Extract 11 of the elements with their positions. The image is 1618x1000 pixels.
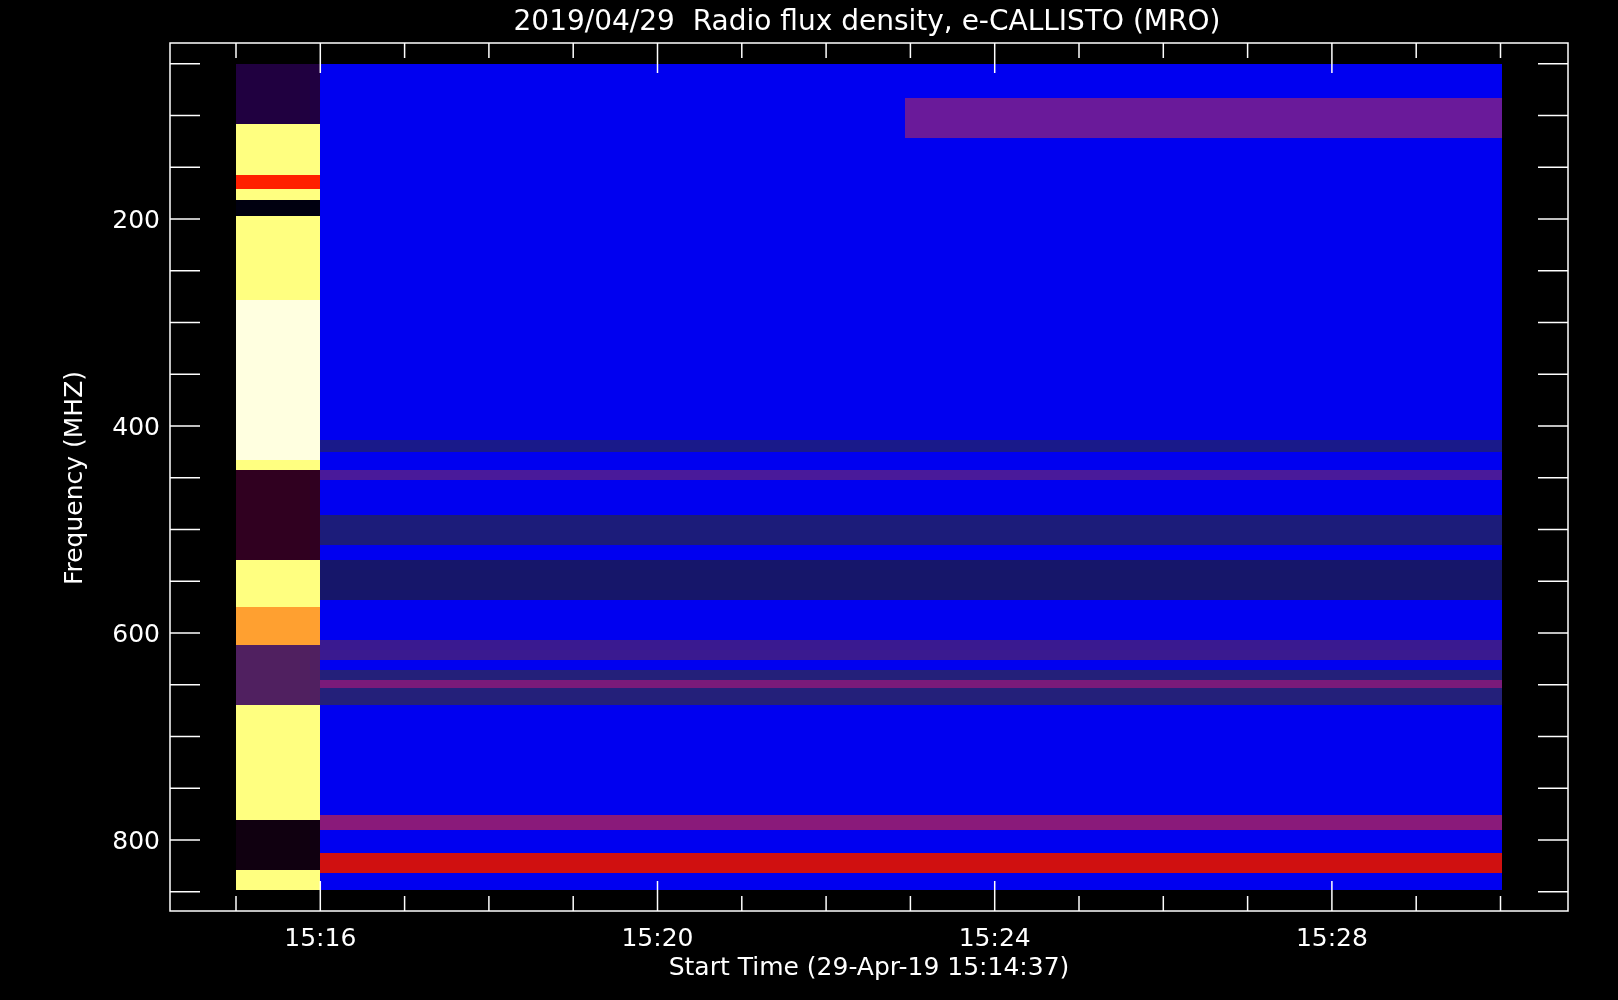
x-axis-label: Start Time (29-Apr-19 15:14:37) xyxy=(668,952,1070,981)
x-tick-label: 15:20 xyxy=(621,923,694,952)
y-tick-label: 800 xyxy=(112,826,160,855)
y-tick-label: 200 xyxy=(112,205,160,234)
y-tick-label: 600 xyxy=(112,619,160,648)
x-tick-label: 15:16 xyxy=(284,923,357,952)
x-tick-label: 15:28 xyxy=(1295,923,1368,952)
x-tick-label: 15:24 xyxy=(958,923,1031,952)
y-tick-label: 400 xyxy=(112,412,160,441)
y-axis-label: Frequency (MHZ) xyxy=(59,370,88,586)
chart-title: 2019/04/29 Radio flux density, e-CALLISTO (MRO) xyxy=(513,4,1221,37)
